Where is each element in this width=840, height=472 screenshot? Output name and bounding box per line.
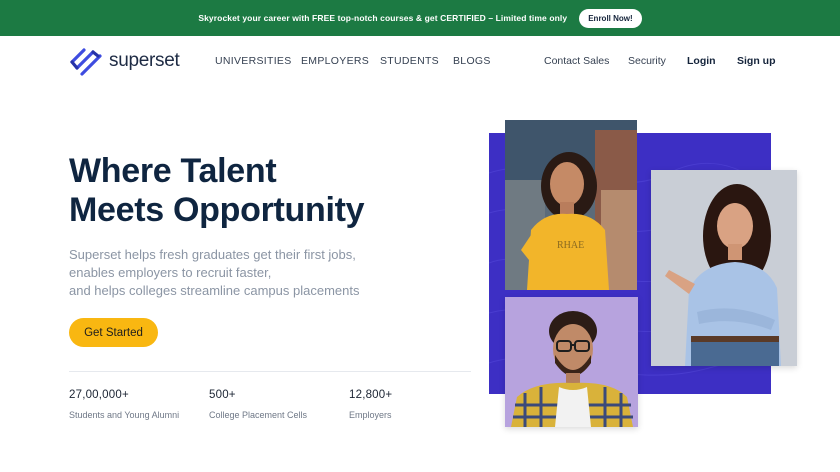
hero-title: Where Talent Meets Opportunity — [69, 152, 365, 230]
hero-title-line: Where Talent — [69, 152, 277, 190]
stat-label: Employers — [349, 410, 392, 420]
nav-employers[interactable]: EMPLOYERS — [301, 55, 369, 67]
nav-blogs[interactable]: BLOGS — [453, 55, 491, 67]
logo-text: superset — [109, 50, 180, 71]
stats-divider — [69, 371, 471, 372]
hero-subtitle-line: and helps colleges streamline campus pla… — [69, 283, 360, 298]
promo-text: Skyrocket your career with FREE top-notc… — [198, 13, 568, 23]
stat-students: 27,00,000+ Students and Young Alumni — [69, 389, 179, 420]
nav-contact-sales[interactable]: Contact Sales — [544, 55, 609, 67]
nav-security[interactable]: Security — [628, 55, 666, 67]
student-yellow-tshirt-photo: RHAE — [505, 120, 637, 290]
nav-universities[interactable]: UNIVERSITIES — [215, 55, 292, 67]
stat-colleges: 500+ College Placement Cells — [209, 389, 307, 420]
hero-title-line: Meets Opportunity — [69, 191, 365, 229]
student-pointing-photo — [651, 170, 797, 366]
stat-value: 12,800+ — [349, 389, 393, 401]
promo-banner: Skyrocket your career with FREE top-notc… — [0, 0, 840, 36]
hero-subtitle: Superset helps fresh graduates get their… — [69, 246, 360, 300]
stat-value: 27,00,000+ — [69, 389, 129, 401]
student-glasses-photo — [505, 297, 638, 427]
stat-employers: 12,800+ Employers — [349, 389, 392, 420]
stat-value: 500+ — [209, 389, 236, 401]
hero-subtitle-line: enables employers to recruit faster, — [69, 265, 272, 280]
hero-subtitle-line: Superset helps fresh graduates get their… — [69, 247, 356, 262]
signup-link[interactable]: Sign up — [737, 55, 776, 67]
stat-label: College Placement Cells — [209, 410, 308, 420]
superset-logo-icon — [70, 48, 102, 76]
logo[interactable]: superset — [69, 46, 180, 76]
nav-students[interactable]: STUDENTS — [380, 55, 439, 67]
stat-label: Students and Young Alumni — [69, 410, 180, 420]
login-link[interactable]: Login — [687, 55, 716, 67]
get-started-button[interactable]: Get Started — [69, 318, 158, 347]
svg-text:RHAE: RHAE — [557, 240, 584, 251]
top-nav: superset UNIVERSITIES EMPLOYERS STUDENTS… — [0, 36, 840, 86]
enroll-now-button[interactable]: Enroll Now! — [579, 8, 642, 28]
